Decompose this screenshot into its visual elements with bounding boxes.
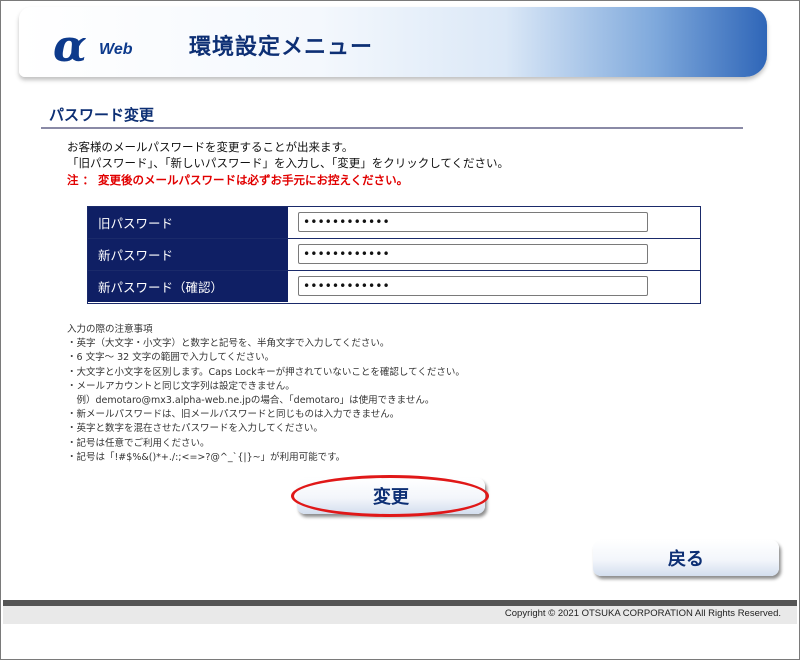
page-frame: α Web 環境設定メニュー パスワード変更 お客様のメールパスワードを変更する… — [0, 0, 800, 660]
new-password-row: 新パスワード — [88, 238, 700, 270]
new-password-label: 新パスワード — [88, 239, 288, 270]
password-form-table: 旧パスワード 新パスワード 新パスワード（確認） — [87, 206, 701, 304]
section-divider — [41, 127, 743, 129]
notes-heading: 入力の際の注意事項 — [67, 324, 153, 335]
note-item: ・新メールパスワードは、旧メールパスワードと同じものは入力できません。 — [67, 409, 400, 421]
input-notes: 入力の際の注意事項 ・英字（大文字・小文字）と数字と記号を、半角文字で入力してく… — [67, 323, 465, 465]
note-item: ・記号は「!#$%&()*+./:;<=>?@^_`{|}~」が利用可能です。 — [67, 451, 346, 463]
old-password-input[interactable] — [298, 212, 648, 232]
page-header-title: 環境設定メニュー — [189, 35, 374, 60]
note-item: ・記号は任意でご利用ください。 — [67, 437, 210, 449]
note-item: ・6 文字～ 32 文字の範囲で入力してください。 — [67, 352, 275, 364]
note-item: ・メールアカウントと同じ文字列は設定できません。 — [67, 380, 295, 392]
header-banner: α Web 環境設定メニュー — [19, 7, 767, 77]
note-item: ・大文字と小文字を区別します。Caps Lockキーが押されていないことを確認し… — [67, 366, 465, 378]
old-password-label: 旧パスワード — [88, 207, 288, 238]
warning-text: 注 ： 変更後のメールパスワードは必ずお手元にお控えください。 — [67, 173, 409, 187]
new-password-input[interactable] — [298, 244, 648, 264]
change-button[interactable]: 変更 — [297, 478, 485, 514]
back-button[interactable]: 戻る — [593, 540, 779, 576]
note-item: ・英字と数字を混在させたパスワードを入力してください。 — [67, 423, 323, 435]
section-title: パスワード変更 — [49, 106, 155, 124]
note-item: ・英字（大文字・小文字）と数字と記号を、半角文字で入力してください。 — [67, 338, 390, 350]
copyright-text: Copyright © 2021 OTSUKA CORPORATION All … — [504, 608, 781, 619]
alpha-web-logo-text: Web — [99, 41, 133, 58]
confirm-password-row: 新パスワード（確認） — [88, 270, 700, 302]
intro-text-1: お客様のメールパスワードを変更することが出来ます。 — [67, 140, 354, 154]
old-password-row: 旧パスワード — [88, 207, 700, 238]
confirm-password-input[interactable] — [298, 276, 648, 296]
alpha-web-logo: α — [53, 21, 87, 72]
intro-text-2: 「旧パスワード」、「新しいパスワード」を入力し、「変更」をクリックしてください。 — [67, 156, 510, 170]
confirm-password-label: 新パスワード（確認） — [88, 271, 288, 302]
note-item: 例）demotaro@mx3.alpha-web.ne.jpの場合、「demot… — [67, 395, 435, 407]
